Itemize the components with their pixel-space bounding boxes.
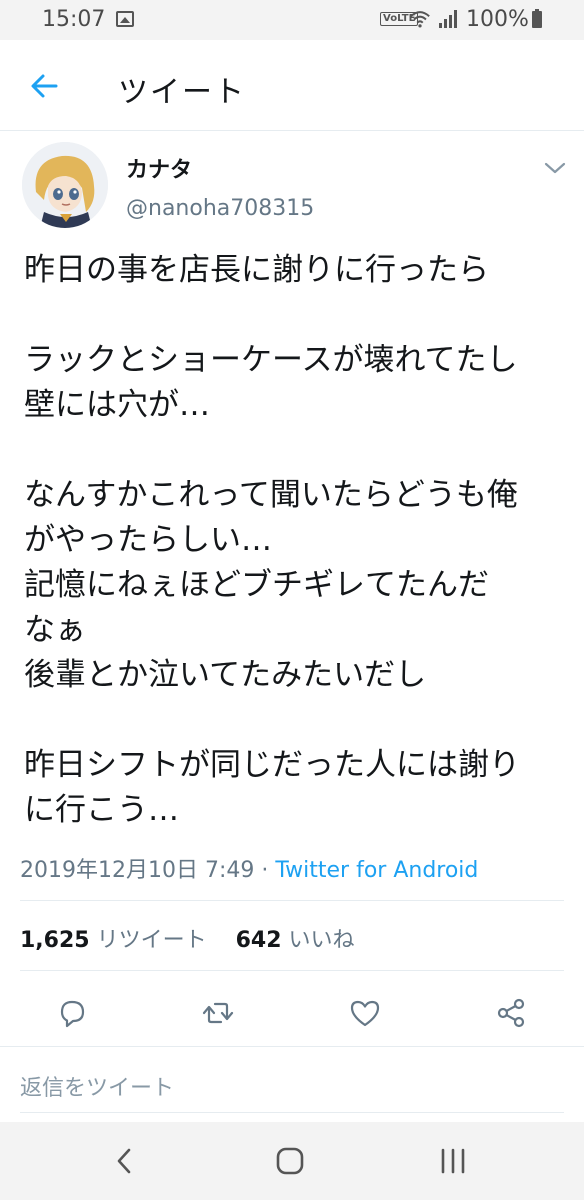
page-title: ツイート	[118, 75, 246, 110]
status-bar: 15:07 VoLTE 100%	[0, 0, 584, 40]
avatar[interactable]	[22, 142, 108, 228]
gallery-notification-icon	[116, 11, 134, 27]
tweet-text: 昨日の事を店長に謝りに行ったら ラックとショーケースが壊れてたし 壁には穴が… …	[24, 252, 520, 828]
tweet-stats: 1,625 リツイート 642 いいね	[20, 922, 355, 954]
author-name[interactable]: カナタ	[126, 152, 192, 184]
battery-icon	[532, 9, 542, 28]
reply-icon[interactable]	[55, 996, 89, 1030]
signal-icon	[439, 10, 457, 28]
meta-separator: ·	[254, 858, 276, 883]
back-icon[interactable]	[108, 1144, 142, 1178]
author-handle[interactable]: @nanoha708315	[126, 196, 314, 221]
recents-icon[interactable]	[436, 1144, 470, 1178]
divider	[20, 900, 564, 901]
retweet-label[interactable]: リツイート	[97, 928, 207, 953]
tweet-meta: 2019年12月10日 7:49 · Twitter for Android	[20, 852, 478, 884]
retweet-count[interactable]: 1,625	[20, 928, 90, 953]
home-icon[interactable]	[273, 1144, 307, 1178]
chevron-down-icon[interactable]	[540, 156, 570, 180]
tweet-timestamp: 2019年12月10日 7:49	[20, 858, 255, 883]
divider	[20, 970, 564, 971]
like-count[interactable]: 642	[236, 928, 282, 953]
share-icon[interactable]	[494, 996, 528, 1030]
avatar-illustration-icon	[22, 142, 108, 228]
system-nav-bar	[0, 1122, 584, 1200]
wifi-icon	[410, 11, 430, 28]
status-time: 15:07	[42, 7, 106, 32]
tweet-actions	[0, 990, 584, 1036]
reply-input[interactable]: 返信をツイート	[20, 1070, 174, 1102]
app-header: ツイート	[0, 40, 584, 131]
divider	[20, 1112, 564, 1113]
like-label[interactable]: いいね	[289, 928, 355, 953]
battery-percent: 100%	[466, 7, 529, 32]
retweet-icon[interactable]	[201, 996, 235, 1030]
arrow-left-icon[interactable]	[26, 68, 62, 104]
like-icon[interactable]	[348, 996, 382, 1030]
tweet-source-link[interactable]: Twitter for Android	[275, 858, 478, 883]
divider	[0, 1046, 584, 1047]
